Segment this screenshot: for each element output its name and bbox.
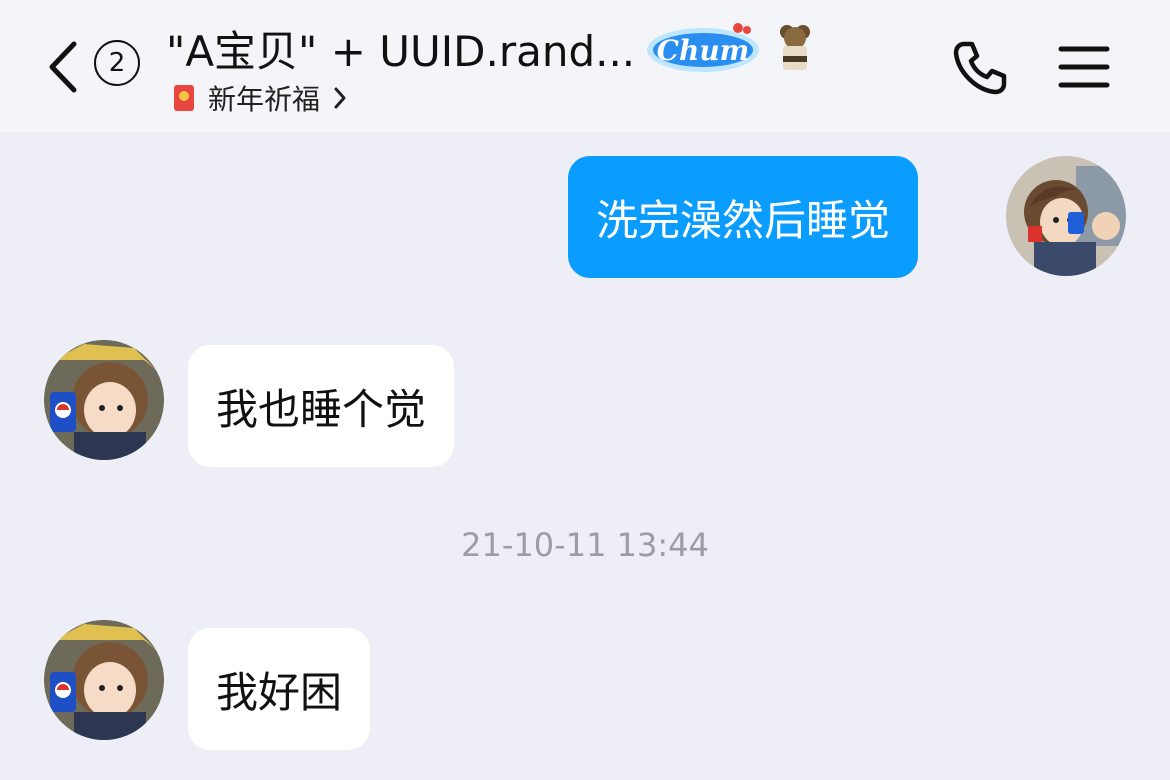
chevron-right-icon [334,87,346,109]
contact-avatar[interactable] [44,620,164,740]
chat-title: "A宝贝" + UUID.rand... [166,26,636,76]
unread-count-badge: 2 [94,40,140,86]
incoming-message-bubble[interactable]: 我好困 [188,628,371,750]
back-button[interactable]: 2 [44,38,144,96]
milk-tea-icon [780,25,811,70]
chat-header: 2 "A宝贝" + UUID.rand... Chum 新年祈福 [0,0,1170,132]
chat-title-row[interactable]: "A宝贝" + UUID.rand... Chum [166,18,815,78]
avatar-image [44,620,164,740]
menu-button[interactable] [1058,44,1110,94]
message-timestamp: 21-10-11 13:44 [461,526,709,564]
phone-icon [953,41,1007,95]
svg-text:Chum: Chum [657,34,750,67]
outgoing-message-bubble[interactable]: 洗完澡然后睡觉 [568,156,919,278]
chevron-left-icon [49,41,77,93]
subtitle-text: 新年祈福 [208,83,321,116]
call-button[interactable] [950,38,1010,102]
contact-avatar[interactable] [44,340,164,460]
avatar-image [44,340,164,460]
incoming-message-bubble[interactable]: 我也睡个觉 [188,345,455,467]
my-avatar[interactable] [1006,156,1126,276]
chum-badge-icon: Chum [647,23,760,72]
hamburger-menu-icon [1058,46,1110,88]
red-envelope-icon [174,85,194,111]
subtitle-row[interactable]: 新年祈福 [172,78,348,118]
avatar-image [1006,156,1126,276]
